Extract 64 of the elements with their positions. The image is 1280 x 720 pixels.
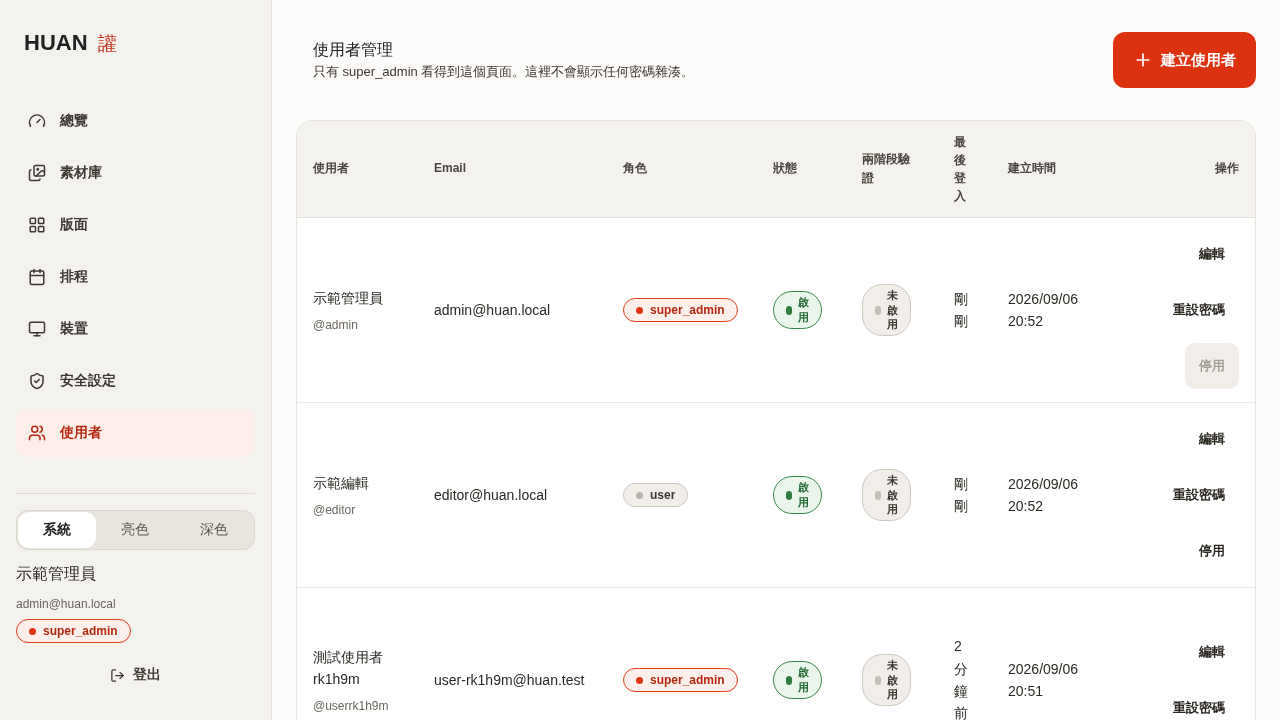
column-header: 角色 <box>623 160 648 178</box>
two-factor-badge: 未啟用 <box>862 653 911 707</box>
nav-item[interactable]: 安全設定 <box>16 357 255 405</box>
nav-item[interactable]: 排程 <box>16 253 255 301</box>
monitor-icon <box>28 320 46 338</box>
status-badge: 啟用 <box>773 661 822 699</box>
nav-item[interactable]: 裝置 <box>16 305 255 353</box>
column-header: 使用者 <box>313 160 350 178</box>
two-factor-badge: 未啟用 <box>862 468 911 522</box>
grid-icon <box>28 216 46 234</box>
email-cell-text: user-rk1h9m@huan.test <box>434 672 586 688</box>
role-badge: user <box>623 483 689 507</box>
email-cell-text: admin@huan.local <box>434 302 552 318</box>
calendar-icon <box>28 268 46 286</box>
role-badge: super_admin <box>16 619 131 643</box>
column-header: 兩階段驗證 <box>862 150 911 187</box>
create-user-button[interactable]: 建立使用者 <box>1113 32 1256 88</box>
last-login-cell-text: 剛剛 <box>954 289 968 331</box>
action-button[interactable]: 重設密碼 <box>1159 287 1239 333</box>
column-header: 最後登入 <box>954 134 966 205</box>
role-badge: super_admin <box>623 668 738 692</box>
user-name: 示範編輯 <box>313 474 370 494</box>
page-subtitle: 只有 super_admin 看得到這個頁面。這裡不會顯示任何密碼雜湊。 <box>313 63 695 81</box>
column-header: 狀態 <box>773 160 798 178</box>
shield-check-icon <box>28 372 46 390</box>
email-cell-text: editor@huan.local <box>434 487 549 503</box>
user-email: admin@huan.local <box>16 597 117 611</box>
user-name: 示範管理員 <box>313 289 384 309</box>
images-icon <box>28 164 46 182</box>
user-name: 測試使用者 rk1h9m <box>313 648 384 689</box>
created-cell-text: 2026/09/06 20:52 <box>1008 289 1080 331</box>
page-title: 使用者管理 <box>313 40 394 60</box>
user-handle: @userrk1h9m <box>313 698 390 713</box>
action-button[interactable]: 編輯 <box>1185 231 1239 277</box>
logout-button[interactable]: 登出 <box>104 665 167 685</box>
nav-item[interactable]: 使用者 <box>16 409 255 457</box>
action-button[interactable]: 停用 <box>1185 528 1239 574</box>
logo-text: HUAN <box>24 30 88 56</box>
theme-option[interactable]: 系統 <box>18 512 97 548</box>
action-button[interactable]: 編輯 <box>1185 416 1239 462</box>
logo-mark: 讙 <box>97 32 117 56</box>
user-handle: @editor <box>313 502 357 517</box>
created-cell-text: 2026/09/06 20:52 <box>1008 474 1080 516</box>
status-badge: 啟用 <box>773 476 822 514</box>
nav-item[interactable]: 素材庫 <box>16 149 255 197</box>
last-login-cell-text: 2分鐘前 <box>954 637 968 720</box>
action-button[interactable]: 編輯 <box>1185 629 1239 675</box>
column-header: 建立時間 <box>1008 160 1057 178</box>
two-factor-badge: 未啟用 <box>862 283 911 337</box>
gauge-icon <box>28 112 46 130</box>
action-button[interactable]: 重設密碼 <box>1159 472 1239 518</box>
role-badge: super_admin <box>623 298 738 322</box>
column-header: 操作 <box>1215 160 1239 178</box>
nav-item[interactable]: 版面 <box>16 201 255 249</box>
logout-icon <box>110 667 125 683</box>
last-login-cell-text: 剛剛 <box>954 474 968 516</box>
action-button[interactable]: 重設密碼 <box>1159 685 1239 720</box>
user-name: 示範管理員 <box>16 564 97 584</box>
status-badge: 啟用 <box>773 291 822 329</box>
user-handle: @admin <box>313 317 359 332</box>
created-cell-text: 2026/09/06 20:51 <box>1008 659 1080 701</box>
nav-item[interactable]: 總覽 <box>16 97 255 145</box>
users-icon <box>28 424 46 442</box>
column-header: Email <box>434 160 467 178</box>
